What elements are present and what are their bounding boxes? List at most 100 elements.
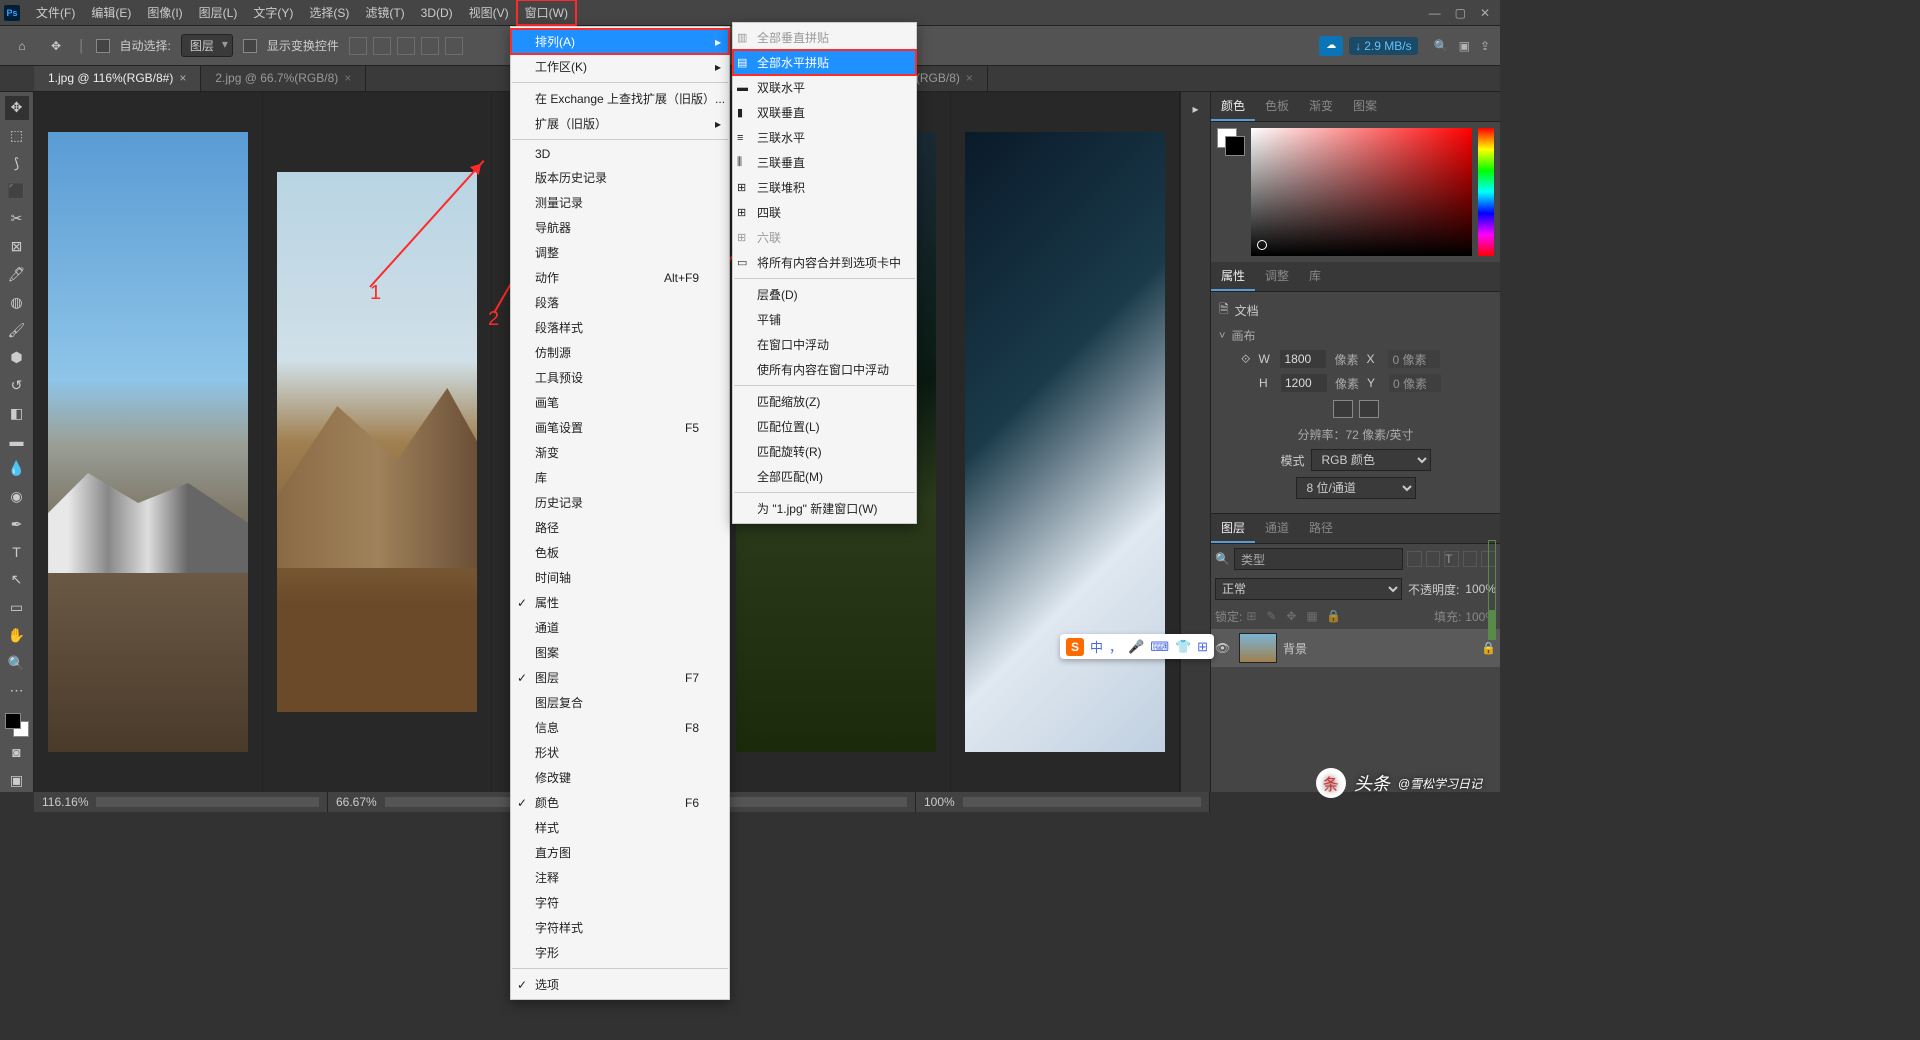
menu-item[interactable]: ⊞三联堆积 bbox=[733, 175, 916, 200]
wand-tool[interactable]: ⬛ bbox=[5, 179, 29, 203]
link-icon[interactable]: ⟐ bbox=[1241, 352, 1250, 367]
menu-item[interactable]: 测量记录 bbox=[511, 190, 729, 215]
maximize-icon[interactable]: ▢ bbox=[1455, 6, 1466, 20]
menu-item[interactable]: 匹配旋转(R) bbox=[733, 439, 916, 464]
hand-tool[interactable]: ✋ bbox=[5, 624, 29, 648]
ime-bar[interactable]: S 中 ， 🎤 ⌨ 👕 ⊞ bbox=[1060, 634, 1214, 659]
lock-icon[interactable]: 🔒 bbox=[1326, 609, 1342, 625]
menu-item[interactable]: 匹配缩放(Z) bbox=[733, 389, 916, 414]
menu-window[interactable]: 窗口(W) bbox=[517, 0, 576, 25]
menu-item[interactable]: 层叠(D) bbox=[733, 282, 916, 307]
panel-tab-adjustments[interactable]: 调整 bbox=[1255, 262, 1299, 291]
stamp-tool[interactable]: ⬢ bbox=[5, 346, 29, 370]
height-input[interactable] bbox=[1281, 374, 1327, 392]
menu-item[interactable]: 字形 bbox=[511, 940, 729, 965]
menu-view[interactable]: 视图(V) bbox=[461, 0, 517, 25]
menu-image[interactable]: 图像(I) bbox=[139, 0, 190, 25]
menu-item[interactable]: 使所有内容在窗口中浮动 bbox=[733, 357, 916, 382]
menu-item[interactable]: 调整 bbox=[511, 240, 729, 265]
color-mode-select[interactable]: RGB 颜色 bbox=[1311, 449, 1431, 471]
auto-select-checkbox[interactable] bbox=[96, 39, 110, 53]
brush-tool[interactable]: 🖌 bbox=[5, 318, 29, 342]
show-transform-checkbox[interactable] bbox=[243, 39, 257, 53]
landscape-icon[interactable] bbox=[1359, 400, 1379, 418]
menu-item[interactable]: 为 "1.jpg" 新建窗口(W) bbox=[733, 496, 916, 521]
panel-tab-properties[interactable]: 属性 bbox=[1211, 262, 1255, 291]
filter-icon[interactable] bbox=[1463, 551, 1478, 567]
screen-mode[interactable]: ▣ bbox=[5, 768, 29, 792]
filter-icon[interactable]: T bbox=[1444, 551, 1459, 567]
menu-item[interactable]: 时间轴 bbox=[511, 565, 729, 590]
menu-item[interactable]: ▮双联垂直 bbox=[733, 100, 916, 125]
menu-item[interactable]: 库 bbox=[511, 465, 729, 490]
workspace-icon[interactable]: ▣ bbox=[1459, 39, 1470, 53]
zoom-level[interactable]: 116.16% bbox=[34, 792, 328, 812]
filter-icon[interactable] bbox=[1407, 551, 1422, 567]
lock-icon[interactable]: ✥ bbox=[1286, 609, 1302, 625]
menu-item[interactable]: 样式 bbox=[511, 815, 729, 840]
menu-item[interactable]: 形状 bbox=[511, 740, 729, 765]
marquee-tool[interactable]: ⬚ bbox=[5, 124, 29, 148]
panel-tab-gradients[interactable]: 渐变 bbox=[1299, 92, 1343, 121]
menu-type[interactable]: 文字(Y) bbox=[245, 0, 301, 25]
panel-tab-paths[interactable]: 路径 bbox=[1299, 514, 1343, 543]
menu-item[interactable]: 扩展（旧版）▸ bbox=[511, 111, 729, 136]
quick-mask[interactable]: ◙ bbox=[5, 741, 29, 765]
menu-item[interactable]: 版本历史记录 bbox=[511, 165, 729, 190]
type-tool[interactable]: T bbox=[5, 540, 29, 564]
menu-item[interactable]: 注释 bbox=[511, 865, 729, 890]
sogou-icon[interactable]: S bbox=[1066, 638, 1084, 656]
menu-item[interactable]: 路径 bbox=[511, 515, 729, 540]
menu-item[interactable]: ≡三联水平 bbox=[733, 125, 916, 150]
dodge-tool[interactable]: ◉ bbox=[5, 485, 29, 509]
menu-item[interactable]: 图案 bbox=[511, 640, 729, 665]
document-view[interactable] bbox=[263, 92, 492, 792]
menu-item[interactable]: ✓图层F7 bbox=[511, 665, 729, 690]
menu-item[interactable]: 导航器 bbox=[511, 215, 729, 240]
ime-mic-icon[interactable]: 🎤 bbox=[1128, 639, 1144, 655]
menu-item[interactable]: ▤全部水平拼贴 bbox=[733, 50, 916, 75]
lock-icon[interactable]: ⊞ bbox=[1246, 609, 1262, 625]
minimize-icon[interactable]: — bbox=[1429, 6, 1441, 20]
menu-layer[interactable]: 图层(L) bbox=[191, 0, 246, 25]
cloud-icon[interactable]: ☁ bbox=[1319, 36, 1343, 56]
menu-item[interactable]: ⊞四联 bbox=[733, 200, 916, 225]
hue-slider[interactable] bbox=[1478, 128, 1494, 256]
menu-item[interactable]: 字符样式 bbox=[511, 915, 729, 940]
layer-filter-input[interactable] bbox=[1234, 548, 1403, 570]
panel-tab-layers[interactable]: 图层 bbox=[1211, 514, 1255, 543]
share-icon[interactable]: ⇪ bbox=[1480, 39, 1490, 53]
menu-item[interactable]: ▬双联水平 bbox=[733, 75, 916, 100]
color-field[interactable] bbox=[1251, 128, 1472, 256]
menu-item[interactable]: 仿制源 bbox=[511, 340, 729, 365]
zoom-tool[interactable]: 🔍 bbox=[5, 651, 29, 675]
layer-thumbnail[interactable] bbox=[1239, 633, 1277, 663]
auto-select-target[interactable]: 图层 bbox=[181, 34, 233, 57]
panel-tab-patterns[interactable]: 图案 bbox=[1343, 92, 1387, 121]
menu-item[interactable]: 在窗口中浮动 bbox=[733, 332, 916, 357]
menu-item[interactable]: 修改键 bbox=[511, 765, 729, 790]
eyedropper-tool[interactable]: 🖊 bbox=[5, 263, 29, 287]
document-view[interactable] bbox=[34, 92, 263, 792]
visibility-icon[interactable]: 👁 bbox=[1215, 641, 1233, 655]
zoom-level[interactable]: 100% bbox=[916, 792, 1210, 812]
menu-item[interactable]: 段落样式 bbox=[511, 315, 729, 340]
ime-skin-icon[interactable]: 👕 bbox=[1175, 639, 1191, 655]
home-icon[interactable]: ⌂ bbox=[10, 34, 34, 58]
blur-tool[interactable]: 💧 bbox=[5, 457, 29, 481]
align-icon[interactable] bbox=[397, 37, 415, 55]
menu-item[interactable]: 字符 bbox=[511, 890, 729, 915]
layer-row[interactable]: 👁 背景 🔒 bbox=[1211, 629, 1500, 667]
menu-item[interactable]: 动作Alt+F9 bbox=[511, 265, 729, 290]
search-icon[interactable]: 🔍 bbox=[1434, 39, 1449, 53]
panel-tab-channels[interactable]: 通道 bbox=[1255, 514, 1299, 543]
history-brush-tool[interactable]: ↺ bbox=[5, 374, 29, 398]
panel-collapse-icon[interactable]: ▸ bbox=[1192, 102, 1198, 116]
menu-item[interactable]: 信息F8 bbox=[511, 715, 729, 740]
layer-name[interactable]: 背景 bbox=[1283, 640, 1307, 657]
move-tool-icon[interactable]: ✥ bbox=[44, 34, 68, 58]
filter-icon[interactable] bbox=[1426, 551, 1441, 567]
menu-select[interactable]: 选择(S) bbox=[301, 0, 357, 25]
menu-edit[interactable]: 编辑(E) bbox=[83, 0, 139, 25]
panel-tab-libraries[interactable]: 库 bbox=[1299, 262, 1331, 291]
